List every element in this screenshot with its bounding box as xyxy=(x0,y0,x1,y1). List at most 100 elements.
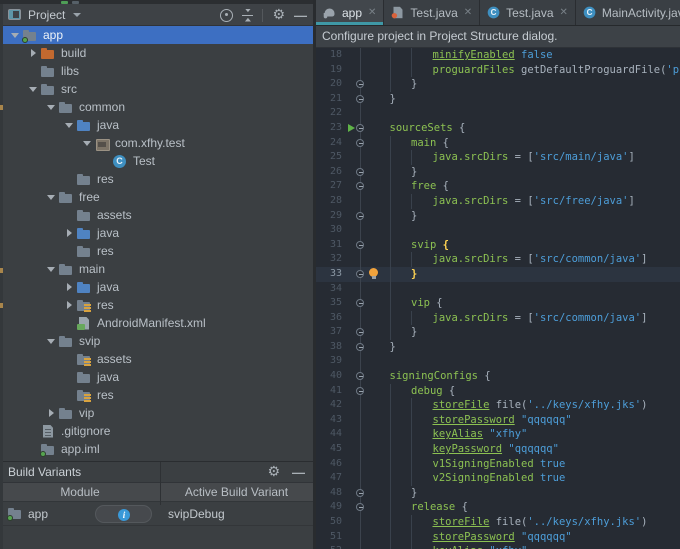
fold-marker-icon[interactable] xyxy=(356,80,364,88)
hide-panel-icon[interactable]: — xyxy=(292,466,305,479)
expand-arrow-closed-icon[interactable] xyxy=(62,280,76,294)
active-build-variant-cell[interactable]: svipDebug xyxy=(160,507,225,521)
tree-item-com-xfhy-test[interactable]: com.xfhy.test xyxy=(0,134,313,152)
fold-marker-icon[interactable] xyxy=(356,182,364,190)
code-line-37[interactable]: 37} xyxy=(316,325,680,340)
run-gutter-icon[interactable] xyxy=(348,124,355,132)
expand-arrow-open-icon[interactable] xyxy=(44,190,58,204)
code-line-24[interactable]: 24main { xyxy=(316,136,680,151)
fold-marker-icon[interactable] xyxy=(356,489,364,497)
fold-marker-icon[interactable] xyxy=(356,387,364,395)
code-line-38[interactable]: 38} xyxy=(316,340,680,355)
fold-marker-icon[interactable] xyxy=(356,372,364,380)
expand-arrow-open-icon[interactable] xyxy=(26,82,40,96)
tab-test-java-2[interactable]: Test.java✕ xyxy=(384,0,480,25)
code-line-51[interactable]: 51storePassword "qqqqqq" xyxy=(316,530,680,545)
code-line-26[interactable]: 26} xyxy=(316,165,680,180)
fold-marker-icon[interactable] xyxy=(356,328,364,336)
fold-marker-icon[interactable] xyxy=(356,241,364,249)
code-line-25[interactable]: 25java.srcDirs = ['src/main/java'] xyxy=(316,150,680,165)
tab-close-icon[interactable]: ✕ xyxy=(464,8,472,18)
gear-icon[interactable]: ⚙ xyxy=(267,466,280,479)
code-line-22[interactable]: 22 xyxy=(316,106,680,121)
tab-app-1[interactable]: app✕ xyxy=(316,0,384,25)
code-line-32[interactable]: 32java.srcDirs = ['src/common/java'] xyxy=(316,252,680,267)
project-panel-title[interactable]: Project xyxy=(28,8,65,22)
code-line-33[interactable]: 33} xyxy=(316,267,680,282)
tree-item-java[interactable]: java xyxy=(0,116,313,134)
tab-close-icon[interactable]: ✕ xyxy=(560,8,568,18)
tree-item-res[interactable]: res xyxy=(0,170,313,188)
code-line-30[interactable]: 30 xyxy=(316,223,680,238)
tab-close-icon[interactable]: ✕ xyxy=(368,8,376,18)
expand-arrow-open-icon[interactable] xyxy=(62,118,76,132)
code-line-36[interactable]: 36java.srcDirs = ['src/common/java'] xyxy=(316,311,680,326)
tree-item-app-iml[interactable]: app.iml xyxy=(0,440,313,458)
expand-arrow-closed-icon[interactable] xyxy=(62,226,76,240)
tree-item-vip[interactable]: vip xyxy=(0,404,313,422)
build-variant-row[interactable]: app i svipDebug xyxy=(0,502,313,526)
code-line-44[interactable]: 44keyAlias "xfhy" xyxy=(316,427,680,442)
code-line-29[interactable]: 29} xyxy=(316,209,680,224)
code-line-43[interactable]: 43storePassword "qqqqqq" xyxy=(316,413,680,428)
expand-arrow-closed-icon[interactable] xyxy=(26,46,40,60)
tree-item-app[interactable]: app xyxy=(0,26,313,44)
code-line-47[interactable]: 47v2SigningEnabled true xyxy=(316,471,680,486)
code-line-23[interactable]: 23sourceSets { xyxy=(316,121,680,136)
expand-arrow-open-icon[interactable] xyxy=(44,100,58,114)
tree-item-androidmanifest-xml[interactable]: AndroidManifest.xml xyxy=(0,314,313,332)
fold-marker-icon[interactable] xyxy=(356,503,364,511)
code-line-41[interactable]: 41debug { xyxy=(316,384,680,399)
tree-item-svip[interactable]: svip xyxy=(0,332,313,350)
fold-marker-icon[interactable] xyxy=(356,343,364,351)
expand-arrow-closed-icon[interactable] xyxy=(62,298,76,312)
code-line-21[interactable]: 21} xyxy=(316,92,680,107)
code-line-39[interactable]: 39 xyxy=(316,354,680,369)
chevron-down-icon[interactable] xyxy=(73,13,81,17)
tab-mainactivity-java-4[interactable]: MainActivity.java✕ xyxy=(576,0,680,25)
code-line-48[interactable]: 48} xyxy=(316,486,680,501)
tree-item-main[interactable]: main xyxy=(0,260,313,278)
tree-item-res[interactable]: res xyxy=(0,242,313,260)
expand-arrow-open-icon[interactable] xyxy=(44,262,58,276)
tree-item-libs[interactable]: libs xyxy=(0,62,313,80)
code-line-27[interactable]: 27free { xyxy=(316,179,680,194)
tree-item-java[interactable]: java xyxy=(0,278,313,296)
code-line-28[interactable]: 28java.srcDirs = ['src/free/java'] xyxy=(316,194,680,209)
code-line-52[interactable]: 52keyAlias "xfhy" xyxy=(316,544,680,549)
hide-panel-icon[interactable]: — xyxy=(294,9,307,22)
locate-icon[interactable] xyxy=(220,9,233,22)
tree-item-build[interactable]: build xyxy=(0,44,313,62)
code-line-45[interactable]: 45keyPassword "qqqqqq" xyxy=(316,442,680,457)
code-editor[interactable]: 18minifyEnabled false19proguardFiles get… xyxy=(316,48,680,549)
fold-marker-icon[interactable] xyxy=(356,212,364,220)
code-line-31[interactable]: 31svip { xyxy=(316,238,680,253)
gear-icon[interactable]: ⚙ xyxy=(272,9,285,22)
code-line-35[interactable]: 35vip { xyxy=(316,296,680,311)
code-line-46[interactable]: 46v1SigningEnabled true xyxy=(316,457,680,472)
fold-marker-icon[interactable] xyxy=(356,299,364,307)
tab-test-java-3[interactable]: Test.java✕ xyxy=(480,0,576,25)
code-line-18[interactable]: 18minifyEnabled false xyxy=(316,48,680,63)
expand-arrow-open-icon[interactable] xyxy=(44,334,58,348)
intention-bulb-icon[interactable] xyxy=(369,268,379,280)
fold-marker-icon[interactable] xyxy=(356,168,364,176)
tree-item-src[interactable]: src xyxy=(0,80,313,98)
code-line-40[interactable]: 40signingConfigs { xyxy=(316,369,680,384)
tree-item-free[interactable]: free xyxy=(0,188,313,206)
code-line-49[interactable]: 49release { xyxy=(316,500,680,515)
tree-item-java[interactable]: java xyxy=(0,224,313,242)
fold-marker-icon[interactable] xyxy=(356,124,364,132)
tree-item-res[interactable]: res xyxy=(0,386,313,404)
collapse-all-icon[interactable] xyxy=(242,9,253,22)
code-line-19[interactable]: 19proguardFiles getDefaultProguardFile('… xyxy=(316,63,680,78)
expand-arrow-closed-icon[interactable] xyxy=(44,406,58,420)
code-line-20[interactable]: 20} xyxy=(316,77,680,92)
fold-marker-icon[interactable] xyxy=(356,270,364,278)
fold-marker-icon[interactable] xyxy=(356,95,364,103)
tree-item-gitignore[interactable]: .gitignore xyxy=(0,422,313,440)
tree-item-java[interactable]: java xyxy=(0,368,313,386)
expand-arrow-open-icon[interactable] xyxy=(8,28,22,42)
module-info-button[interactable]: i xyxy=(95,505,152,523)
tree-item-assets[interactable]: assets xyxy=(0,206,313,224)
